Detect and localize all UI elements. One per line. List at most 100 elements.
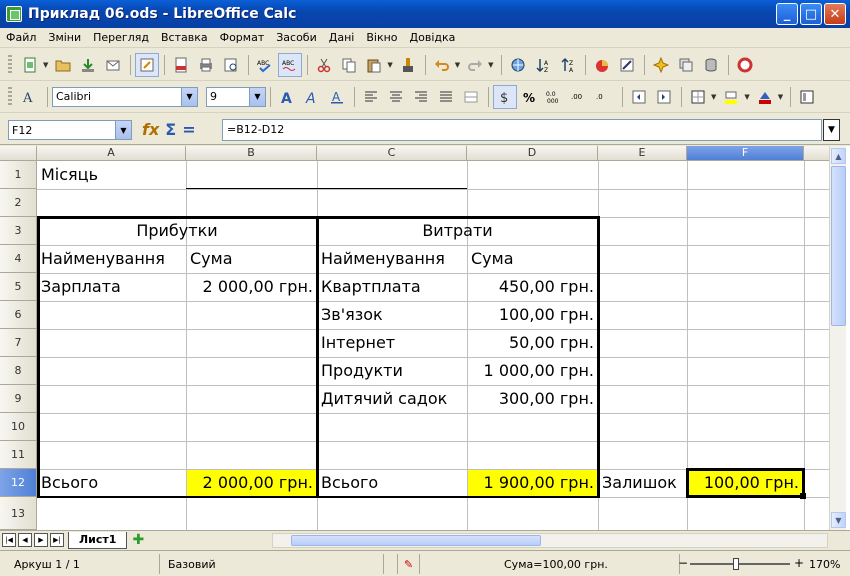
- increase-indent-icon[interactable]: [652, 85, 676, 109]
- currency-format-icon[interactable]: $: [493, 84, 517, 109]
- underline-icon[interactable]: A: [325, 85, 349, 109]
- zoom-level[interactable]: 170%: [805, 554, 845, 574]
- last-sheet-icon[interactable]: ▶|: [50, 533, 64, 547]
- chevron-down-icon[interactable]: ▼: [115, 121, 131, 139]
- column-header-b[interactable]: B: [186, 146, 317, 161]
- zoom-out-icon[interactable]: −: [678, 556, 688, 570]
- row-header-13[interactable]: 13: [0, 497, 37, 530]
- vertical-scroll-thumb[interactable]: [831, 166, 846, 326]
- menu-help[interactable]: Довідка: [410, 31, 456, 44]
- cell-c6[interactable]: Зв'язок: [317, 301, 467, 329]
- scroll-up-icon[interactable]: ▲: [831, 148, 846, 164]
- column-header-f[interactable]: F: [687, 146, 804, 161]
- spreadsheet-grid[interactable]: A B C D E F 1 2 3 4 5 6 7 8 9 10 11 12 1…: [0, 146, 850, 530]
- column-header-g[interactable]: [804, 146, 830, 161]
- sort-ascending-icon[interactable]: AZ: [531, 53, 555, 77]
- menu-edit[interactable]: Зміни: [48, 31, 81, 44]
- zoom-slider-knob[interactable]: [733, 558, 739, 570]
- align-right-icon[interactable]: [409, 85, 433, 109]
- borders-dropdown-icon[interactable]: ▼: [711, 93, 716, 101]
- row-header-12[interactable]: 12: [0, 469, 37, 497]
- next-sheet-icon[interactable]: ▶: [34, 533, 48, 547]
- cell-a3-income-title[interactable]: Прибутки: [37, 217, 317, 245]
- edit-mode-icon[interactable]: [135, 52, 160, 77]
- column-header-e[interactable]: E: [598, 146, 687, 161]
- undo-dropdown-icon[interactable]: ▼: [455, 61, 460, 69]
- delete-decimal-icon[interactable]: .0: [593, 85, 617, 109]
- align-center-icon[interactable]: [384, 85, 408, 109]
- select-all-corner[interactable]: [0, 146, 37, 161]
- decrease-indent-icon[interactable]: [627, 85, 651, 109]
- cell-a12[interactable]: Всього: [37, 469, 186, 497]
- save-icon[interactable]: [76, 53, 100, 77]
- expand-formula-icon[interactable]: ▼: [823, 119, 840, 141]
- formula-input[interactable]: =B12-D12: [222, 119, 822, 141]
- cell-d8[interactable]: 1 000,00 грн.: [467, 357, 598, 385]
- chevron-down-icon[interactable]: ▼: [249, 87, 265, 106]
- function-wizard-icon[interactable]: fx: [142, 120, 159, 139]
- column-header-a[interactable]: A: [37, 146, 186, 161]
- cell-b12[interactable]: 2 000,00 грн.: [186, 469, 317, 497]
- cell-c9[interactable]: Дитячий садок: [317, 385, 467, 413]
- paste-icon[interactable]: [362, 53, 386, 77]
- email-icon[interactable]: [101, 53, 125, 77]
- cell-a5[interactable]: Зарплата: [37, 273, 186, 301]
- row-header-4[interactable]: 4: [0, 245, 37, 273]
- hyperlink-icon[interactable]: [506, 53, 530, 77]
- horizontal-scroll-thumb[interactable]: [291, 535, 541, 546]
- menu-data[interactable]: Дані: [329, 31, 355, 44]
- pivot-table-icon[interactable]: [615, 53, 639, 77]
- print-preview-icon[interactable]: [219, 53, 243, 77]
- number-format-icon[interactable]: 0.0 000: [543, 85, 567, 109]
- data-sources-icon[interactable]: [699, 53, 723, 77]
- column-header-d[interactable]: D: [467, 146, 598, 161]
- cell-c12[interactable]: Всього: [317, 469, 467, 497]
- row-header-6[interactable]: 6: [0, 301, 37, 329]
- spellcheck-icon[interactable]: ABC: [253, 53, 277, 77]
- print-icon[interactable]: [194, 53, 218, 77]
- cell-c4[interactable]: Найменування: [317, 245, 467, 273]
- close-button[interactable]: ✕: [824, 3, 846, 25]
- chevron-down-icon[interactable]: ▼: [181, 87, 197, 106]
- menu-tools[interactable]: Засоби: [276, 31, 317, 44]
- cell-c7[interactable]: Інтернет: [317, 329, 467, 357]
- row-header-9[interactable]: 9: [0, 385, 37, 413]
- clone-formatting-icon[interactable]: [396, 53, 420, 77]
- cell-c3-expenses-title[interactable]: Витрати: [317, 217, 598, 245]
- navigator-icon[interactable]: [649, 53, 673, 77]
- paste-dropdown-icon[interactable]: ▼: [387, 61, 392, 69]
- name-box[interactable]: F12 ▼: [8, 120, 132, 140]
- sum-icon[interactable]: Σ: [165, 120, 176, 139]
- row-header-10[interactable]: 10: [0, 413, 37, 441]
- add-decimal-icon[interactable]: .00: [568, 85, 592, 109]
- cell-d12[interactable]: 1 900,00 грн.: [467, 469, 598, 497]
- row-header-2[interactable]: 2: [0, 189, 37, 217]
- column-header-c[interactable]: C: [317, 146, 467, 161]
- cell-b5[interactable]: 2 000,00 грн.: [186, 273, 317, 301]
- menu-file[interactable]: Файл: [6, 31, 36, 44]
- align-left-icon[interactable]: [359, 85, 383, 109]
- cell-b4[interactable]: Сума: [186, 245, 317, 273]
- cut-icon[interactable]: [312, 53, 336, 77]
- open-folder-icon[interactable]: [51, 53, 75, 77]
- font-color-icon[interactable]: [753, 85, 777, 109]
- cell-d9[interactable]: 300,00 грн.: [467, 385, 598, 413]
- menu-insert[interactable]: Вставка: [161, 31, 208, 44]
- sort-descending-icon[interactable]: ZA: [556, 53, 580, 77]
- row-header-1[interactable]: 1: [0, 161, 37, 189]
- horizontal-scrollbar[interactable]: [272, 533, 828, 548]
- background-color-icon[interactable]: [719, 85, 743, 109]
- export-pdf-icon[interactable]: [169, 53, 193, 77]
- background-dropdown-icon[interactable]: ▼: [744, 93, 749, 101]
- cell-a1[interactable]: Місяць: [37, 161, 186, 189]
- zoom-in-icon[interactable]: +: [794, 556, 804, 570]
- maximize-button[interactable]: □: [800, 3, 822, 25]
- menu-format[interactable]: Формат: [220, 31, 265, 44]
- redo-icon[interactable]: [463, 53, 487, 77]
- scroll-down-icon[interactable]: ▼: [831, 512, 846, 528]
- zoom-slider[interactable]: [690, 563, 790, 565]
- add-sheet-icon[interactable]: ✚: [129, 532, 147, 548]
- row-header-5[interactable]: 5: [0, 273, 37, 301]
- formula-icon[interactable]: =: [182, 120, 195, 139]
- help-icon[interactable]: [733, 53, 757, 77]
